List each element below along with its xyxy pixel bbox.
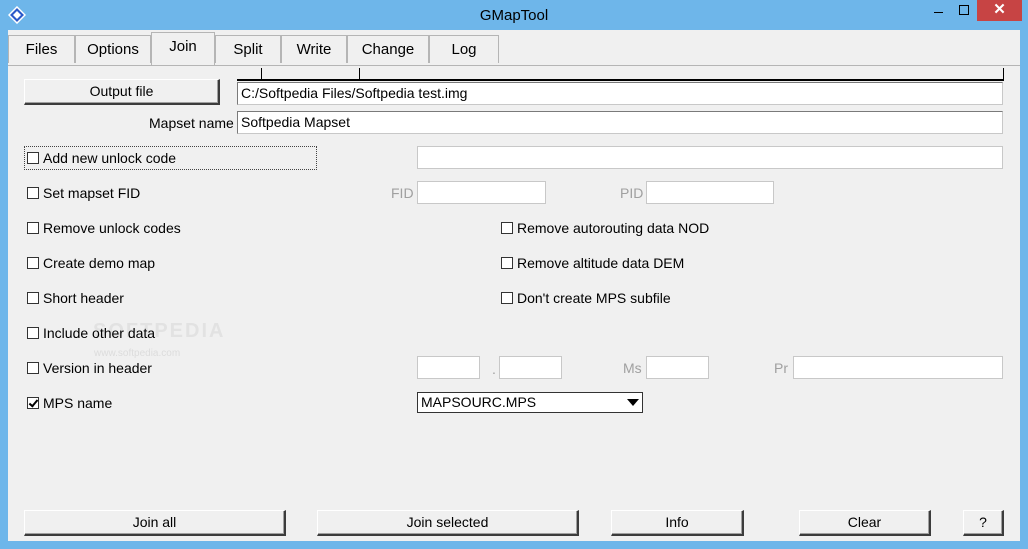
pr-field[interactable] bbox=[793, 356, 1003, 379]
checkbox-box[interactable] bbox=[27, 257, 39, 269]
join-selected-button[interactable]: Join selected bbox=[317, 510, 579, 536]
version-dot-label: . bbox=[492, 361, 496, 377]
pr-label: Pr bbox=[774, 360, 788, 376]
tab-write[interactable]: Write bbox=[281, 35, 347, 63]
version-in-header-checkbox[interactable]: Version in header bbox=[27, 359, 152, 377]
tab-options[interactable]: Options bbox=[75, 35, 151, 63]
checkbox-label: Remove autorouting data NOD bbox=[517, 220, 710, 236]
checkbox-label: MPS name bbox=[43, 395, 113, 411]
checkbox-box[interactable] bbox=[501, 257, 513, 269]
column-divider[interactable] bbox=[359, 68, 360, 79]
client-area: Files Options Join Split Write Change Lo… bbox=[8, 30, 1020, 541]
remove-unlock-codes-checkbox[interactable]: Remove unlock codes bbox=[27, 219, 181, 237]
maximize-icon bbox=[959, 5, 969, 15]
checkbox-box[interactable] bbox=[27, 362, 39, 374]
checkbox-box[interactable] bbox=[27, 222, 39, 234]
title-bar[interactable]: GMapTool ✕ bbox=[0, 0, 1028, 30]
checkbox-label: Remove altitude data DEM bbox=[517, 255, 685, 271]
unlock-code-field[interactable] bbox=[417, 146, 1003, 169]
tab-join[interactable]: Join bbox=[151, 32, 215, 65]
checkbox-box[interactable] bbox=[27, 152, 39, 164]
tab-log[interactable]: Log bbox=[429, 35, 499, 63]
mps-name-select[interactable]: MAPSOURC.MPS bbox=[417, 392, 643, 413]
checkbox-box[interactable] bbox=[27, 327, 39, 339]
tab-bar: Files Options Join Split Write Change Lo… bbox=[8, 32, 1020, 66]
mapset-name-label: Mapset name bbox=[149, 115, 234, 131]
column-divider[interactable] bbox=[261, 68, 262, 79]
checkbox-box[interactable] bbox=[27, 397, 39, 409]
join-all-button[interactable]: Join all bbox=[24, 510, 286, 536]
add-unlock-code-checkbox[interactable]: Add new unlock code bbox=[27, 149, 176, 167]
ms-label: Ms bbox=[623, 360, 642, 376]
clear-button[interactable]: Clear bbox=[799, 510, 931, 536]
dont-create-mps-checkbox[interactable]: Don't create MPS subfile bbox=[501, 289, 671, 307]
chevron-down-icon[interactable] bbox=[627, 399, 639, 406]
remove-autorouting-checkbox[interactable]: Remove autorouting data NOD bbox=[501, 219, 709, 237]
set-mapset-fid-checkbox[interactable]: Set mapset FID bbox=[27, 184, 140, 202]
mps-name-select-value: MAPSOURC.MPS bbox=[421, 394, 537, 410]
maximize-button[interactable] bbox=[951, 0, 977, 21]
create-demo-map-checkbox[interactable]: Create demo map bbox=[27, 254, 155, 272]
checkbox-box[interactable] bbox=[501, 292, 513, 304]
tab-split[interactable]: Split bbox=[215, 35, 281, 63]
minimize-icon bbox=[934, 12, 943, 13]
tab-change[interactable]: Change bbox=[347, 35, 429, 63]
info-button[interactable]: Info bbox=[611, 510, 744, 536]
tab-files[interactable]: Files bbox=[8, 35, 75, 63]
minimize-button[interactable] bbox=[925, 0, 951, 21]
fid-field[interactable] bbox=[417, 181, 546, 204]
file-list-header[interactable] bbox=[237, 68, 1004, 81]
pid-field[interactable] bbox=[646, 181, 774, 204]
window-title: GMapTool bbox=[479, 7, 549, 24]
help-button[interactable]: ? bbox=[963, 510, 1004, 536]
checkbox-label: Set mapset FID bbox=[43, 185, 141, 201]
remove-altitude-checkbox[interactable]: Remove altitude data DEM bbox=[501, 254, 684, 272]
app-window: GMapTool ✕ Files Options Join Split Writ… bbox=[0, 0, 1028, 549]
version-major-field[interactable] bbox=[417, 356, 480, 379]
fid-label: FID bbox=[391, 185, 414, 201]
mps-name-checkbox[interactable]: MPS name bbox=[27, 394, 112, 412]
checkbox-box[interactable] bbox=[27, 187, 39, 199]
close-button[interactable]: ✕ bbox=[977, 0, 1022, 21]
checkbox-label: Add new unlock code bbox=[43, 150, 177, 166]
pid-label: PID bbox=[620, 185, 644, 201]
output-file-button[interactable]: Output file bbox=[24, 79, 220, 105]
include-other-data-checkbox[interactable]: Include other data bbox=[27, 324, 155, 342]
tab-panel-border bbox=[8, 65, 1020, 66]
checkbox-label: Include other data bbox=[43, 325, 156, 341]
mapset-name-field[interactable]: Softpedia Mapset bbox=[237, 111, 1003, 134]
checkbox-label: Create demo map bbox=[43, 255, 156, 271]
output-file-field[interactable]: C:/Softpedia Files/Softpedia test.img bbox=[237, 82, 1003, 105]
ms-field[interactable] bbox=[646, 356, 709, 379]
checkbox-label: Short header bbox=[43, 290, 124, 306]
version-minor-field[interactable] bbox=[499, 356, 562, 379]
checkbox-label: Remove unlock codes bbox=[43, 220, 181, 236]
softpedia-watermark-url: www.softpedia.com bbox=[94, 348, 181, 359]
checkbox-label: Version in header bbox=[43, 360, 152, 376]
short-header-checkbox[interactable]: Short header bbox=[27, 289, 124, 307]
checkbox-box[interactable] bbox=[27, 292, 39, 304]
checkbox-box[interactable] bbox=[501, 222, 513, 234]
close-icon: ✕ bbox=[993, 1, 1006, 18]
checkbox-label: Don't create MPS subfile bbox=[517, 290, 671, 306]
